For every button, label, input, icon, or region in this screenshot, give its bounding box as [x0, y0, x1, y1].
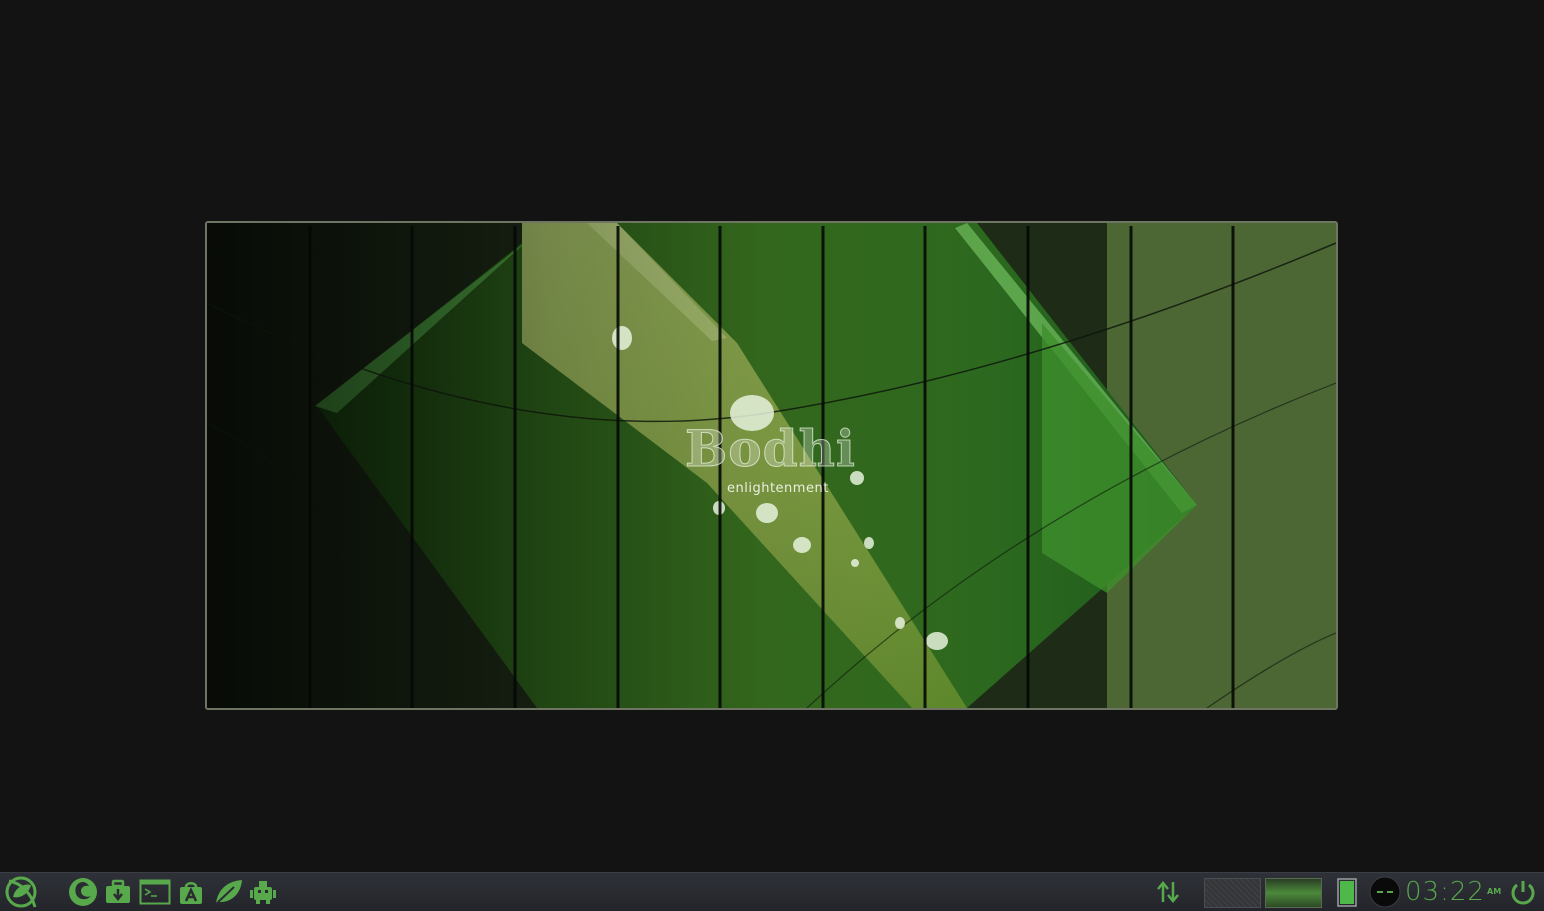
wallpaper-bar-divider: [1026, 226, 1030, 708]
wallpaper-bar-divider: [513, 226, 517, 708]
wallpaper-bar-divider: [308, 226, 312, 708]
store-bag-icon: [180, 882, 202, 904]
wallpaper-bar-divider: [923, 226, 927, 708]
browser-icon: [69, 878, 97, 906]
wallpaper-preview: Bodhi enlightenment: [205, 221, 1338, 710]
bottom-shelf: 03:22 AM: [0, 872, 1544, 911]
clock-period: AM: [1487, 887, 1502, 896]
robot-package-icon: [250, 881, 276, 904]
bodhi-logo: Bodhi: [685, 419, 856, 479]
package-manager-launcher[interactable]: [248, 876, 278, 908]
power-icon: [1511, 881, 1535, 905]
desktop[interactable]: Bodhi enlightenment: [0, 0, 1544, 872]
leaf-icon: [214, 880, 242, 906]
wallpaper-bar-divider: [616, 226, 620, 708]
terminal-launcher[interactable]: [138, 876, 172, 908]
enlightenment-logo: enlightenment: [727, 481, 829, 496]
wallpaper-bar-divider: [1231, 226, 1235, 708]
pager-desktop-2[interactable]: [1265, 878, 1322, 908]
briefcase-download-icon: [106, 879, 130, 903]
bodhi-leaf-launcher[interactable]: [212, 876, 244, 908]
software-store-launcher[interactable]: [176, 876, 206, 908]
battery-icon: [1337, 878, 1357, 907]
battery-indicator[interactable]: [1333, 876, 1361, 908]
wallpaper-bar-divider: [410, 226, 414, 708]
terminal-icon: [139, 879, 171, 905]
system-monitor-gadget[interactable]: [1368, 876, 1402, 908]
wallpaper-bar-divider: [1129, 226, 1133, 708]
pager-desktop-1[interactable]: [1204, 878, 1261, 908]
web-browser-launcher[interactable]: [66, 876, 100, 908]
bodhi-leaf-icon: [5, 876, 37, 908]
app-center-launcher[interactable]: [103, 876, 133, 908]
clock-time[interactable]: 03:22: [1405, 877, 1485, 907]
power-button[interactable]: [1508, 876, 1538, 908]
eyes-icon: [1369, 876, 1401, 908]
network-transfer-icon: [1157, 881, 1179, 903]
start-menu-button[interactable]: [2, 876, 40, 908]
network-indicator[interactable]: [1153, 876, 1183, 908]
